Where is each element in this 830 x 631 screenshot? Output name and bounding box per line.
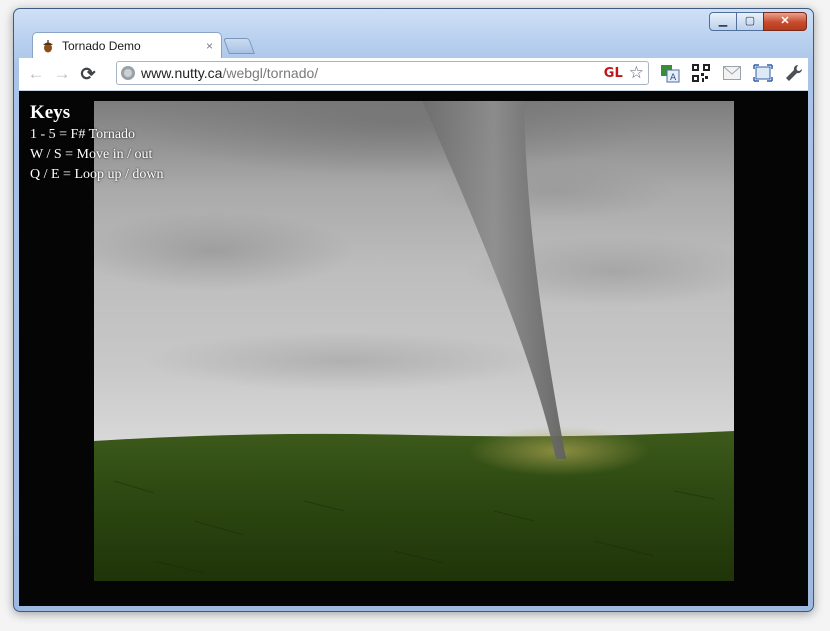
url-domain: www.nutty.ca (141, 65, 223, 81)
acorn-icon (43, 40, 53, 53)
back-button[interactable]: ← (23, 62, 49, 86)
key-line-loop: Q / E = Loop up / down (30, 167, 164, 182)
url-text[interactable]: www.nutty.ca/webgl/tornado/ (141, 65, 604, 81)
bookmark-star-icon[interactable]: ☆ (629, 63, 644, 83)
url-path: /webgl/tornado/ (222, 65, 319, 81)
globe-icon (121, 66, 135, 80)
close-window-button[interactable]: ✕ (763, 12, 807, 31)
key-line-move: W / S = Move in / out (30, 147, 153, 162)
qr-code-icon[interactable] (690, 62, 712, 84)
address-bar[interactable]: www.nutty.ca/webgl/tornado/ GL ☆ (116, 61, 649, 85)
window-controls: ▁ ▢ ✕ (709, 12, 807, 31)
tab-tornado-demo[interactable]: Tornado Demo × (32, 32, 222, 59)
reload-button[interactable]: ⟳ (75, 62, 101, 86)
tornado-scene (94, 101, 734, 581)
webgl-canvas[interactable] (94, 101, 734, 581)
translate-icon[interactable]: A (659, 62, 681, 84)
svg-text:A: A (670, 73, 677, 83)
fullscreen-icon[interactable] (752, 62, 774, 84)
forward-button[interactable]: → (49, 62, 75, 86)
tab-close-icon[interactable]: × (206, 39, 213, 53)
minimize-button[interactable]: ▁ (709, 12, 737, 31)
mail-icon[interactable] (721, 62, 743, 84)
maximize-button[interactable]: ▢ (736, 12, 764, 31)
extension-icons: A (659, 62, 813, 84)
page-content: Keys 1 - 5 = F# Tornado W / S = Move in … (19, 91, 808, 606)
webgl-badge-icon[interactable]: GL (604, 66, 623, 81)
keys-legend: Keys 1 - 5 = F# Tornado W / S = Move in … (30, 101, 164, 185)
browser-toolbar: ← → ⟳ www.nutty.ca/webgl/tornado/ GL ☆ A (19, 58, 808, 91)
browser-window: ▁ ▢ ✕ Tornado Demo × ← → ⟳ www.nutty.ca/… (13, 8, 814, 612)
keys-title: Keys (30, 102, 71, 123)
tab-title: Tornado Demo (62, 39, 141, 53)
new-tab-button[interactable] (223, 38, 255, 54)
wrench-icon[interactable] (783, 62, 805, 84)
key-line-tornado: 1 - 5 = F# Tornado (30, 127, 136, 142)
